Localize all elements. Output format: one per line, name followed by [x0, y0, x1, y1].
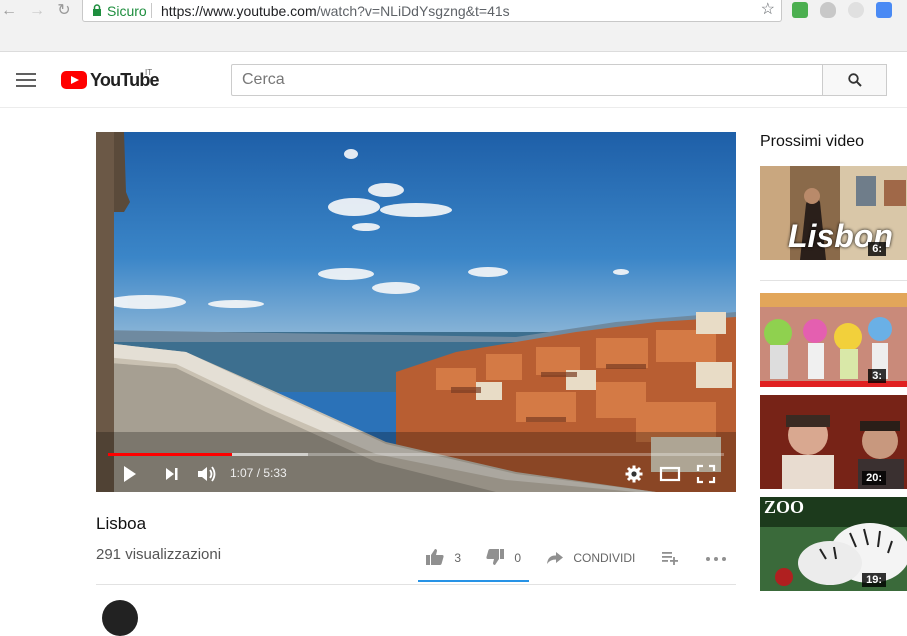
share-label: CONDIVIDI — [573, 551, 636, 565]
extension-icon-1[interactable] — [792, 2, 808, 18]
video-player[interactable]: 1:07 / 5:33 — [96, 132, 736, 492]
play-icon[interactable] — [122, 464, 138, 484]
video-title: Lisboa — [96, 514, 147, 533]
omnibox-separator — [151, 3, 152, 18]
progress-bar[interactable] — [108, 453, 724, 456]
add-to-playlist-icon — [662, 552, 678, 565]
share-button[interactable]: CONDIVIDI — [546, 548, 635, 570]
shield-icon[interactable] — [820, 2, 836, 18]
theater-icon[interactable] — [659, 464, 681, 484]
logo-region: IT — [145, 68, 153, 77]
next-icon[interactable] — [164, 464, 180, 484]
up-next-thumbnail-1[interactable]: Lisbon 6: — [760, 166, 907, 260]
progress-played — [108, 453, 232, 456]
more-icon — [706, 557, 726, 561]
thumb-down-icon — [486, 549, 504, 565]
duration-badge: 6: — [868, 242, 886, 256]
up-next-thumbnail-2[interactable]: 3: — [760, 293, 907, 387]
forward-icon[interactable]: → — [28, 2, 46, 20]
avatar[interactable] — [102, 600, 138, 636]
search-icon — [848, 73, 862, 87]
thumbnail-overlay-text-4: ZOO — [764, 497, 805, 517]
url-path: /watch?v=NLiDdYsgzng&t=41s — [316, 3, 510, 19]
menu-icon[interactable] — [16, 73, 36, 87]
thumb-up-icon — [426, 549, 444, 565]
time-display: 1:07 / 5:33 — [230, 466, 287, 480]
duration-badge: 3: — [868, 369, 886, 383]
back-icon[interactable]: ← — [0, 2, 18, 20]
fullscreen-icon[interactable] — [696, 464, 716, 484]
search-button[interactable] — [822, 64, 887, 96]
sentiment-bar — [418, 580, 529, 582]
duration-badge: 19: — [862, 573, 886, 587]
translate-icon[interactable] — [876, 2, 892, 18]
secure-label: Sicuro — [107, 3, 147, 19]
like-button[interactable]: 3 — [425, 548, 461, 570]
logo-play-icon — [61, 71, 87, 89]
search-input[interactable]: Cerca — [231, 64, 823, 96]
player-controls: 1:07 / 5:33 — [96, 458, 736, 492]
up-next-thumbnail-4[interactable]: ZOO 19: — [760, 497, 907, 591]
add-to-playlist-button[interactable] — [661, 548, 679, 570]
address-bar[interactable]: Sicuro https://www.youtube.com/watch?v=N… — [82, 0, 782, 22]
settings-icon[interactable] — [624, 464, 644, 484]
volume-icon[interactable] — [196, 464, 218, 484]
view-count: 291 visualizzazioni — [96, 546, 222, 563]
reload-icon[interactable]: ↻ — [55, 2, 73, 20]
masthead: YouTube IT Cerca — [0, 52, 907, 108]
browser-chrome: ← → ↻ Sicuro https://www.youtube.com/wat… — [0, 0, 907, 52]
divider — [96, 584, 736, 585]
url-text: https://www.youtube.com/watch?v=NLiDdYsg… — [161, 1, 510, 21]
up-next-title: Prossimi video — [760, 133, 865, 150]
star-icon[interactable]: ☆ — [761, 0, 775, 20]
lock-icon — [93, 4, 101, 16]
up-next-thumbnail-3[interactable]: 20: — [760, 395, 907, 489]
extension-icon-2[interactable] — [848, 2, 864, 18]
dislike-count: 0 — [514, 551, 522, 565]
divider — [760, 280, 907, 281]
duration-badge: 20: — [862, 471, 886, 485]
url-host: https://www.youtube.com — [161, 3, 317, 19]
dislike-button[interactable]: 0 — [485, 548, 521, 570]
share-icon — [547, 552, 563, 564]
video-scene — [96, 132, 736, 492]
like-count: 3 — [454, 551, 462, 565]
more-actions-button[interactable] — [705, 548, 727, 570]
